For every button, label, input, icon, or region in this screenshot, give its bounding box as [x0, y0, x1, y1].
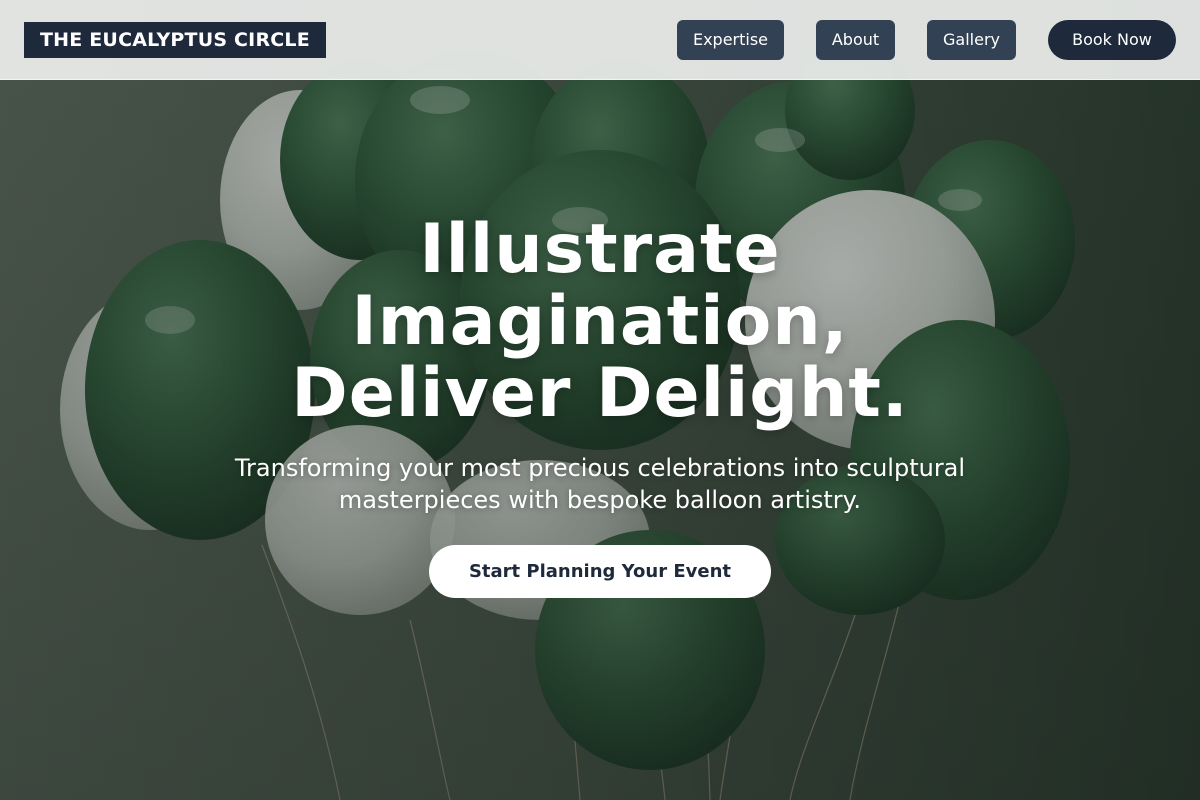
hero-subtitle-line: masterpieces with bespoke balloon artist…	[338, 486, 862, 514]
nav-expertise-button[interactable]: Expertise	[677, 20, 784, 60]
nav-gallery-button[interactable]: Gallery	[927, 20, 1016, 60]
book-now-button[interactable]: Book Now	[1048, 20, 1176, 60]
site-header: THE EUCALYPTUS CIRCLE Expertise About Ga…	[0, 0, 1200, 80]
hero-subtitle: Transforming your most precious celebrat…	[200, 452, 1000, 516]
hero-subtitle-line: Transforming your most precious celebrat…	[234, 454, 966, 482]
hero-title-line: Imagination,	[351, 282, 849, 361]
hero-title: Illustrate Imagination, Deliver Delight.	[200, 214, 1000, 430]
hero-title-line: Deliver Delight.	[291, 354, 909, 433]
hero-title-line: Illustrate	[419, 210, 781, 289]
start-planning-button[interactable]: Start Planning Your Event	[429, 545, 771, 598]
nav-about-button[interactable]: About	[816, 20, 895, 60]
page: THE EUCALYPTUS CIRCLE Expertise About Ga…	[0, 0, 1200, 800]
brand-logo[interactable]: THE EUCALYPTUS CIRCLE	[24, 22, 326, 58]
